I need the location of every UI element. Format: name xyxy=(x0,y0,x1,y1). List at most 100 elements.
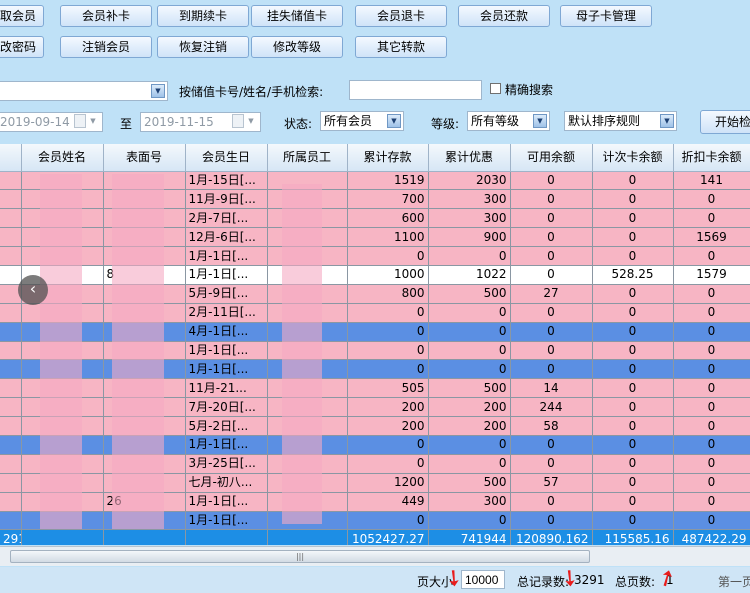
table-cell: 449 xyxy=(347,492,429,512)
table-cell: 300 xyxy=(428,189,511,210)
status-bar: 页大小 总记录数: 3291 总页数: 1 第一页 ➘ ➘ ➚ xyxy=(0,563,750,593)
table-cell: 11月-21... xyxy=(185,378,268,399)
scrollbar-thumb[interactable]: ||| xyxy=(10,550,590,563)
table-cell: 1569 xyxy=(673,227,750,248)
status-label: 状态: xyxy=(284,117,313,131)
calendar-icon xyxy=(74,114,86,128)
column-header[interactable] xyxy=(0,144,22,172)
table-cell: 0 xyxy=(510,208,593,229)
chevron-down-icon: ▼ xyxy=(387,114,401,128)
table-cell xyxy=(0,397,22,418)
column-header[interactable]: 会员生日 xyxy=(185,144,268,172)
btn-report-lost[interactable]: 挂失储值卡 xyxy=(251,5,343,27)
table-cell: 0 xyxy=(673,397,750,418)
table-cell: 0 xyxy=(347,341,429,361)
btn-parent-child-card[interactable]: 母子卡管理 xyxy=(560,5,652,27)
level-label: 等级: xyxy=(431,117,460,131)
table-cell: 200 xyxy=(347,397,429,418)
table-cell: 0 xyxy=(673,473,750,493)
member-type-select[interactable]: ▼ xyxy=(0,81,168,101)
column-header[interactable]: 计次卡余额 xyxy=(592,144,674,172)
start-search-button[interactable]: 开始检 xyxy=(700,110,750,134)
table-cell: 0 xyxy=(347,303,429,323)
table-cell: 0 xyxy=(510,265,593,285)
page-size-input[interactable] xyxy=(461,570,505,589)
btn-restore-member[interactable]: 恢复注销 xyxy=(157,36,249,58)
column-header[interactable]: 累计优惠 xyxy=(428,144,511,172)
table-cell: 5月-2日[... xyxy=(185,416,268,436)
table-cell xyxy=(0,208,22,229)
level-select[interactable]: 所有等级 ▼ xyxy=(467,111,550,131)
exact-search-label: 精确搜索 xyxy=(505,83,554,97)
chevron-down-icon: ▼ xyxy=(660,114,674,128)
exact-search-checkbox[interactable] xyxy=(490,83,501,94)
table-cell: 1579 xyxy=(673,265,750,285)
sort-select[interactable]: 默认排序规则 ▼ xyxy=(564,111,677,131)
btn-renew-card[interactable]: 到期续卡 xyxy=(157,5,249,27)
table-cell: 0 xyxy=(428,454,511,474)
column-header[interactable]: 表面号 xyxy=(103,144,186,172)
total-cell: 487422.29 xyxy=(673,529,750,545)
table-cell: 0 xyxy=(592,416,674,436)
btn-other-transfer[interactable]: 其它转款 xyxy=(355,36,447,58)
table-cell: 0 xyxy=(428,359,511,380)
table-cell: 500 xyxy=(428,473,511,493)
date-to-picker[interactable]: 2019-11-15 ▼ xyxy=(140,112,261,132)
btn-card-reissue[interactable]: 会员补卡 xyxy=(60,5,152,27)
table-cell: 0 xyxy=(428,341,511,361)
table-cell: 300 xyxy=(428,492,511,512)
btn-cancel-member[interactable]: 注销会员 xyxy=(60,36,152,58)
table-cell: 1月-1日[... xyxy=(185,265,268,285)
status-select[interactable]: 所有会员 ▼ xyxy=(320,111,404,131)
horizontal-scrollbar[interactable]: ||| xyxy=(0,546,750,566)
table-cell: 12月-6日[... xyxy=(185,227,268,248)
table-cell: 1月-1日[... xyxy=(185,492,268,512)
column-header[interactable]: 会员姓名 xyxy=(21,144,104,172)
column-header[interactable]: 所属员工 xyxy=(267,144,348,172)
table-cell: 0 xyxy=(510,492,593,512)
column-header[interactable]: 折扣卡余额 xyxy=(673,144,750,172)
table-cell: 0 xyxy=(592,322,674,342)
table-cell xyxy=(0,246,22,266)
total-cell: 291 xyxy=(0,529,22,545)
first-page-link[interactable]: 第一页 xyxy=(718,573,750,590)
table-cell: 1022 xyxy=(428,265,511,285)
btn-change-level[interactable]: 修改等级 xyxy=(251,36,343,58)
date-from-picker[interactable]: 2019-09-14 ▼ xyxy=(0,112,103,132)
total-cell: 115585.16 xyxy=(592,529,674,545)
table-cell: 1月-1日[... xyxy=(185,341,268,361)
chevron-left-icon[interactable]: ‹ xyxy=(18,275,48,305)
date-to-label: 至 xyxy=(120,117,133,131)
table-cell: 3月-25日[... xyxy=(185,454,268,474)
table-cell: 500 xyxy=(428,378,511,399)
table-cell: 0 xyxy=(592,473,674,493)
btn-refund-card[interactable]: 会员退卡 xyxy=(355,5,447,27)
total-cell: 741944 xyxy=(428,529,511,545)
table-cell xyxy=(0,359,22,380)
table-cell xyxy=(0,492,22,512)
table-cell: 0 xyxy=(510,322,593,342)
table-cell: 0 xyxy=(510,511,593,531)
table-cell xyxy=(0,171,22,191)
table-cell: 0 xyxy=(673,246,750,266)
table-cell: 600 xyxy=(347,208,429,229)
column-header[interactable]: 可用余额 xyxy=(510,144,593,172)
table-cell: 0 xyxy=(673,378,750,399)
table-cell: 0 xyxy=(592,454,674,474)
member-grid: 会员姓名 表面号 会员生日 所属员工 累计存款 累计优惠 可用余额 计次卡余额 折扣卡余额 1月… xyxy=(0,144,750,545)
table-cell: 0 xyxy=(510,435,593,455)
table-cell: 2030 xyxy=(428,171,511,191)
table-cell: 0 xyxy=(673,284,750,304)
table-cell: 0 xyxy=(592,171,674,191)
btn-change-password[interactable]: 改密码 xyxy=(0,36,44,58)
search-input[interactable] xyxy=(349,80,482,100)
table-cell: 0 xyxy=(673,454,750,474)
table-cell: 1519 xyxy=(347,171,429,191)
btn-member-repay[interactable]: 会员还款 xyxy=(458,5,550,27)
btn-member-action[interactable]: 取会员 xyxy=(0,5,44,27)
table-cell: 0 xyxy=(510,171,593,191)
table-cell: 0 xyxy=(673,416,750,436)
total-cell: 1052427.27 xyxy=(347,529,429,545)
table-cell: 244 xyxy=(510,397,593,418)
column-header[interactable]: 累计存款 xyxy=(347,144,429,172)
